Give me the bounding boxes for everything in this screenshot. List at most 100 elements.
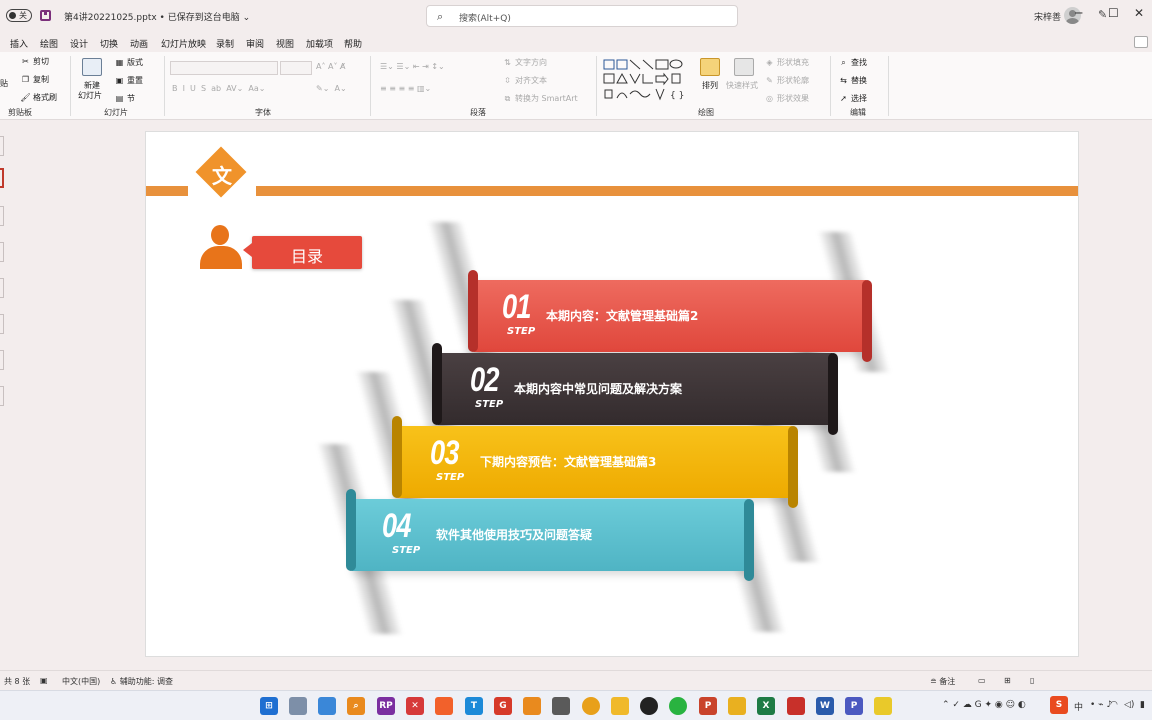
paste-button[interactable]: 贴 [0,78,8,89]
tab-record[interactable]: 录制 [216,37,234,50]
shapes-gallery[interactable]: { } [602,58,692,102]
slide-thumbnail[interactable] [0,350,4,370]
app-icon[interactable]: T [465,697,483,715]
search-app-icon[interactable]: ⌕ [347,697,365,715]
slide-canvas[interactable]: 文 目录 01 STEP 本期内容：文献管理基础篇2 02 STEP 本期内容中… [145,131,1079,657]
app-icon[interactable]: P [845,697,863,715]
slide-thumbnail[interactable] [0,206,4,226]
replace-button[interactable]: ⇆ 替换 [838,75,867,86]
font-style-buttons[interactable]: B I U S ab AV⌄ Aa⌄ [172,84,266,93]
tab-insert[interactable]: 插入 [10,37,28,50]
slide-thumbnail[interactable] [0,314,4,334]
mic-icon[interactable]: • ⌁ ♪ [1090,700,1112,710]
windows-start-icon[interactable]: ⊞ [260,697,278,715]
font-grow-icon[interactable]: A˄ A˅ A̸ [316,62,346,71]
tab-draw[interactable]: 绘图 [40,37,58,50]
close-button[interactable]: ✕ [1134,6,1144,20]
reading-view-icon[interactable]: ▯ [1030,676,1034,685]
copy-button[interactable]: ❐ 复制 [20,74,49,85]
text-direction-button[interactable]: ⇅ 文字方向 [502,57,547,68]
notes-button[interactable]: ≘ 备注 [930,676,955,687]
language[interactable]: 中文(中国) [62,676,100,687]
font-color-icons[interactable]: ✎⌄ A⌄ [316,84,347,93]
step-banner-1[interactable]: 01 STEP 本期内容：文献管理基础篇2 [468,270,872,362]
find-button[interactable]: ⌕ 查找 [838,57,867,68]
layout-button[interactable]: ▦ 版式 [114,57,143,68]
format-painter-button[interactable]: 🖌 格式刷 [20,92,57,103]
tab-addins[interactable]: 加载项 [306,37,333,50]
excel-icon[interactable]: X [757,697,775,715]
new-slide-label[interactable]: 幻灯片 [78,90,102,101]
screen-icon[interactable] [318,697,336,715]
tab-view[interactable]: 视图 [276,37,294,50]
tray-icons[interactable]: ⌃ ✓ ☁ G ✦ ◉ ☺ ◐ [942,700,1026,710]
axure-icon[interactable]: RP [377,697,395,715]
sogou-ime-icon[interactable]: S [1050,696,1068,714]
search-input[interactable]: ⌕ 搜索(Alt+Q) [426,5,738,27]
notes-app-icon[interactable] [874,697,892,715]
slide-thumbnail[interactable] [0,136,4,156]
maximize-button[interactable]: ☐ [1108,6,1119,20]
arrange-button[interactable]: 排列 [702,80,718,91]
save-icon[interactable] [40,10,51,21]
wechat-icon[interactable] [669,697,687,715]
slide-thumbnail[interactable] [0,242,4,262]
slide-thumbnail[interactable] [0,386,4,406]
battery-icon[interactable]: ▮ [1140,700,1145,710]
step-banner-3[interactable]: 03 STEP 下期内容预告：文献管理基础篇3 [392,416,798,508]
minimize-button[interactable]: ─ [1075,6,1082,20]
shape-outline-button[interactable]: ✎ 形状轮廓 [764,75,809,86]
step-banner-2[interactable]: 02 STEP 本期内容中常见问题及解决方案 [432,343,838,435]
font-family-select[interactable] [170,61,278,75]
app-icon[interactable] [728,697,746,715]
pdf-icon[interactable] [787,697,805,715]
smartart-button[interactable]: ⧉ 转换为 SmartArt [502,93,578,104]
ime-mode[interactable]: 中 [1074,700,1083,713]
autosave-toggle[interactable]: 关 [6,9,32,22]
folder-icon[interactable] [611,697,629,715]
bullet-list-icons[interactable]: ☰⌄ ☰⌄ ⇤ ⇥ ↕⌄ [380,62,445,71]
tab-animations[interactable]: 动画 [130,37,148,50]
user-name[interactable]: 宋梓善 [1034,10,1061,23]
new-slide-icon[interactable] [82,58,102,76]
quick-styles-button[interactable]: 快速样式 [726,80,758,91]
tab-slideshow[interactable]: 幻灯片放映 [161,37,206,50]
tab-transitions[interactable]: 切换 [100,37,118,50]
app-icon[interactable] [435,697,453,715]
gallery-icon[interactable] [289,697,307,715]
app-icon[interactable] [523,697,541,715]
tab-review[interactable]: 审阅 [246,37,264,50]
cut-button[interactable]: ✂ 剪切 [20,56,49,67]
browser-icon[interactable]: G [494,697,512,715]
normal-view-icon[interactable]: ▭ [978,676,986,685]
align-text-button[interactable]: ⇳ 对齐文本 [502,75,547,86]
sorter-view-icon[interactable]: ⊞ [1004,676,1011,685]
spellcheck-icon[interactable]: ▣ [40,676,48,685]
notepad-icon[interactable] [552,697,570,715]
select-button[interactable]: ➚ 选择 [838,93,867,104]
chrome-icon[interactable] [582,697,600,715]
font-size-select[interactable] [280,61,312,75]
step-banner-4[interactable]: 04 STEP 软件其他使用技巧及问题答疑 [346,489,754,581]
reset-button[interactable]: ▣ 重置 [114,75,143,86]
qq-icon[interactable] [640,697,658,715]
align-icons[interactable]: ≡ ≡ ≡ ≡ ▥⌄ [380,84,431,93]
wifi-icon[interactable]: ◠ [1110,700,1118,710]
slide-thumbnail-active[interactable] [0,168,4,188]
quick-styles-icon[interactable] [734,58,754,76]
pen-icon[interactable]: ✎ [1098,8,1107,21]
powerpoint-icon[interactable]: P [699,697,717,715]
tab-design[interactable]: 设计 [70,37,88,50]
comments-button[interactable] [1134,36,1148,48]
section-button[interactable]: ▤ 节 [114,93,135,104]
slide-thumbnail[interactable] [0,278,4,298]
word-icon[interactable]: W [816,697,834,715]
shape-fill-button[interactable]: ◈ 形状填充 [764,57,809,68]
xmind-icon[interactable]: ✕ [406,697,424,715]
tab-help[interactable]: 帮助 [344,37,362,50]
volume-icon[interactable]: ◁) [1124,700,1134,710]
document-title[interactable]: 第4讲20221025.pptx • 已保存到这台电脑 ⌄ [64,10,250,23]
accessibility-status[interactable]: ♿ 辅助功能: 调查 [110,676,173,687]
arrange-icon[interactable] [700,58,720,76]
shape-effects-button[interactable]: ◎ 形状效果 [764,93,809,104]
